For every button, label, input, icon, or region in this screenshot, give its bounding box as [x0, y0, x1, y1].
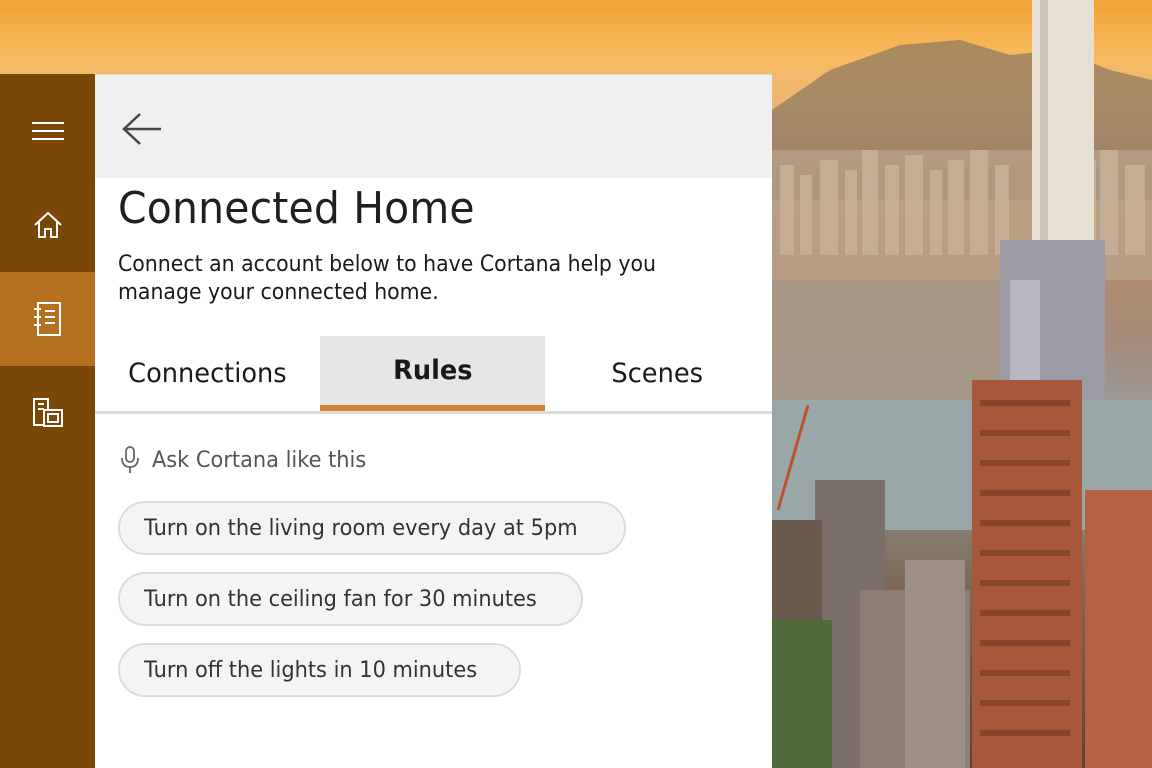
nav-home-button[interactable] — [0, 178, 95, 272]
cortana-panel: Connected Home Connect an account below … — [95, 74, 772, 768]
notebook-icon — [33, 302, 61, 336]
page-description: Connect an account below to have Cortana… — [118, 252, 657, 305]
ask-cortana-hint: Ask Cortana like this — [120, 445, 378, 475]
home-icon — [33, 211, 62, 238]
suggestion-text: Turn on the ceiling fan for 30 minutes — [144, 586, 537, 612]
suggestion-chip[interactable]: Turn on the living room every day at 5pm — [118, 501, 627, 555]
suggestion-text: Turn off the lights in 10 minutes — [144, 657, 478, 683]
suggestion-text: Turn on the living room every day at 5pm — [144, 515, 578, 541]
nav-devices-button[interactable] — [0, 366, 95, 460]
tab-connections[interactable]: Connections — [95, 336, 320, 411]
tab-label: Scenes — [611, 358, 704, 389]
nav-notebook-button[interactable] — [0, 272, 95, 366]
suggestion-chip[interactable]: Turn on the ceiling fan for 30 minutes — [118, 572, 584, 626]
page-title: Connected Home — [118, 183, 475, 234]
tab-bar: Connections Rules Scenes — [95, 336, 772, 414]
nav-rail — [0, 74, 95, 768]
devices-icon — [32, 398, 63, 427]
hamburger-menu-button[interactable] — [0, 84, 95, 178]
back-arrow-icon — [122, 113, 161, 145]
hamburger-icon — [31, 122, 64, 140]
tab-label: Connections — [128, 358, 287, 389]
microphone-icon — [121, 446, 139, 473]
ask-cortana-label: Ask Cortana like this — [152, 447, 367, 473]
tab-label: Rules — [392, 355, 473, 386]
tab-rules[interactable]: Rules — [320, 336, 545, 411]
tab-scenes[interactable]: Scenes — [545, 336, 770, 411]
panel-header — [95, 75, 772, 178]
back-button[interactable] — [119, 109, 165, 149]
suggestion-chip[interactable]: Turn off the lights in 10 minutes — [118, 643, 521, 697]
